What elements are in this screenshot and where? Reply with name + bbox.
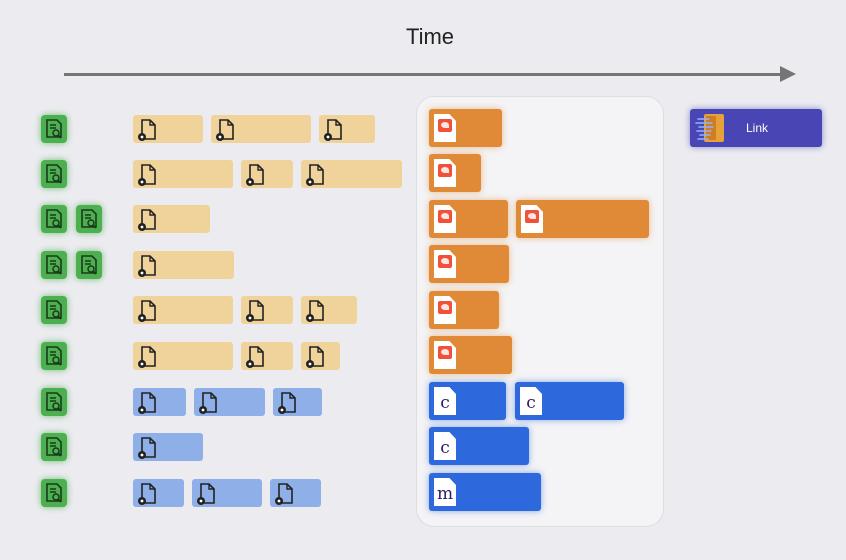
file-gear-icon: [306, 346, 324, 368]
swift-logo-icon: [438, 210, 452, 223]
task-block: [301, 296, 357, 324]
task-block: [301, 342, 340, 370]
file-gear-icon: [246, 346, 264, 368]
link-block: Link: [690, 109, 822, 147]
file-gear-icon: [138, 164, 156, 186]
compile-block-swift: [429, 154, 481, 192]
document-search-icon: [41, 388, 67, 416]
link-label: Link: [746, 121, 769, 135]
swift-file-icon: [434, 341, 456, 369]
document-search-icon: [41, 433, 67, 461]
file-gear-icon: [246, 164, 264, 186]
document-search-icon: [76, 251, 102, 279]
compile-block-swift: [429, 336, 512, 374]
file-letter: m: [436, 484, 454, 504]
task-block: [133, 160, 233, 188]
swift-logo-icon: [438, 301, 452, 314]
c-file-icon: c: [434, 432, 456, 460]
file-gear-icon: [199, 392, 217, 414]
file-gear-icon: [138, 483, 156, 505]
file-gear-icon: [138, 437, 156, 459]
compile-block-swift: [429, 109, 502, 147]
task-block: [194, 388, 265, 416]
document-search-icon: [41, 342, 67, 370]
task-block: [133, 205, 210, 233]
task-block: [133, 433, 203, 461]
task-block: [133, 251, 234, 279]
file-letter: c: [440, 438, 450, 458]
swift-logo-icon: [438, 164, 452, 177]
task-block: [133, 388, 186, 416]
task-block: [273, 388, 322, 416]
file-letter: c: [526, 393, 536, 413]
swift-file-icon: [434, 114, 456, 142]
file-gear-icon: [138, 209, 156, 231]
link-icon: [695, 114, 724, 142]
document-search-icon: [41, 251, 67, 279]
file-gear-icon: [306, 164, 324, 186]
time-arrow-line: [64, 73, 782, 76]
swift-file-icon: [434, 250, 456, 278]
c-file-icon: c: [520, 387, 542, 415]
document-search-icon: [76, 205, 102, 233]
task-block: [270, 479, 321, 507]
time-title: Time: [405, 24, 455, 49]
compile-block-swift: [429, 291, 499, 329]
time-arrow-head: [780, 66, 796, 82]
compile-block-c: c: [515, 382, 624, 420]
compile-block-swift: [429, 245, 509, 283]
file-gear-icon: [138, 255, 156, 277]
swift-logo-icon: [438, 346, 452, 359]
document-search-icon: [41, 205, 67, 233]
task-block: [319, 115, 375, 143]
compile-block-m: m: [429, 473, 541, 511]
file-gear-icon: [246, 300, 264, 322]
file-gear-icon: [324, 119, 342, 141]
compile-block-swift: [429, 200, 508, 238]
file-gear-icon: [138, 392, 156, 414]
m-file-icon: m: [434, 478, 456, 506]
document-search-icon: [41, 479, 67, 507]
task-block: [241, 160, 293, 188]
compile-block-c: c: [429, 382, 506, 420]
task-block: [241, 296, 293, 324]
c-file-icon: c: [434, 387, 456, 415]
swift-file-icon: [434, 159, 456, 187]
document-search-icon: [41, 160, 67, 188]
document-search-icon: [41, 296, 67, 324]
compile-block-swift: [516, 200, 649, 238]
task-block: [211, 115, 311, 143]
compile-block-c: c: [429, 427, 529, 465]
file-gear-icon: [275, 483, 293, 505]
task-block: [133, 115, 203, 143]
file-gear-icon: [197, 483, 215, 505]
task-block: [301, 160, 402, 188]
swift-file-icon: [521, 205, 543, 233]
file-gear-icon: [138, 300, 156, 322]
swift-logo-icon: [438, 255, 452, 268]
file-gear-icon: [138, 346, 156, 368]
file-gear-icon: [278, 392, 296, 414]
file-letter: c: [440, 393, 450, 413]
file-gear-icon: [138, 119, 156, 141]
task-block: [192, 479, 262, 507]
swift-logo-icon: [525, 210, 539, 223]
task-block: [133, 296, 233, 324]
task-block: [241, 342, 293, 370]
file-gear-icon: [216, 119, 234, 141]
swift-file-icon: [434, 205, 456, 233]
swift-logo-icon: [438, 119, 452, 132]
document-search-icon: [41, 115, 67, 143]
file-gear-icon: [306, 300, 324, 322]
task-block: [133, 479, 184, 507]
swift-file-icon: [434, 296, 456, 324]
task-block: [133, 342, 233, 370]
